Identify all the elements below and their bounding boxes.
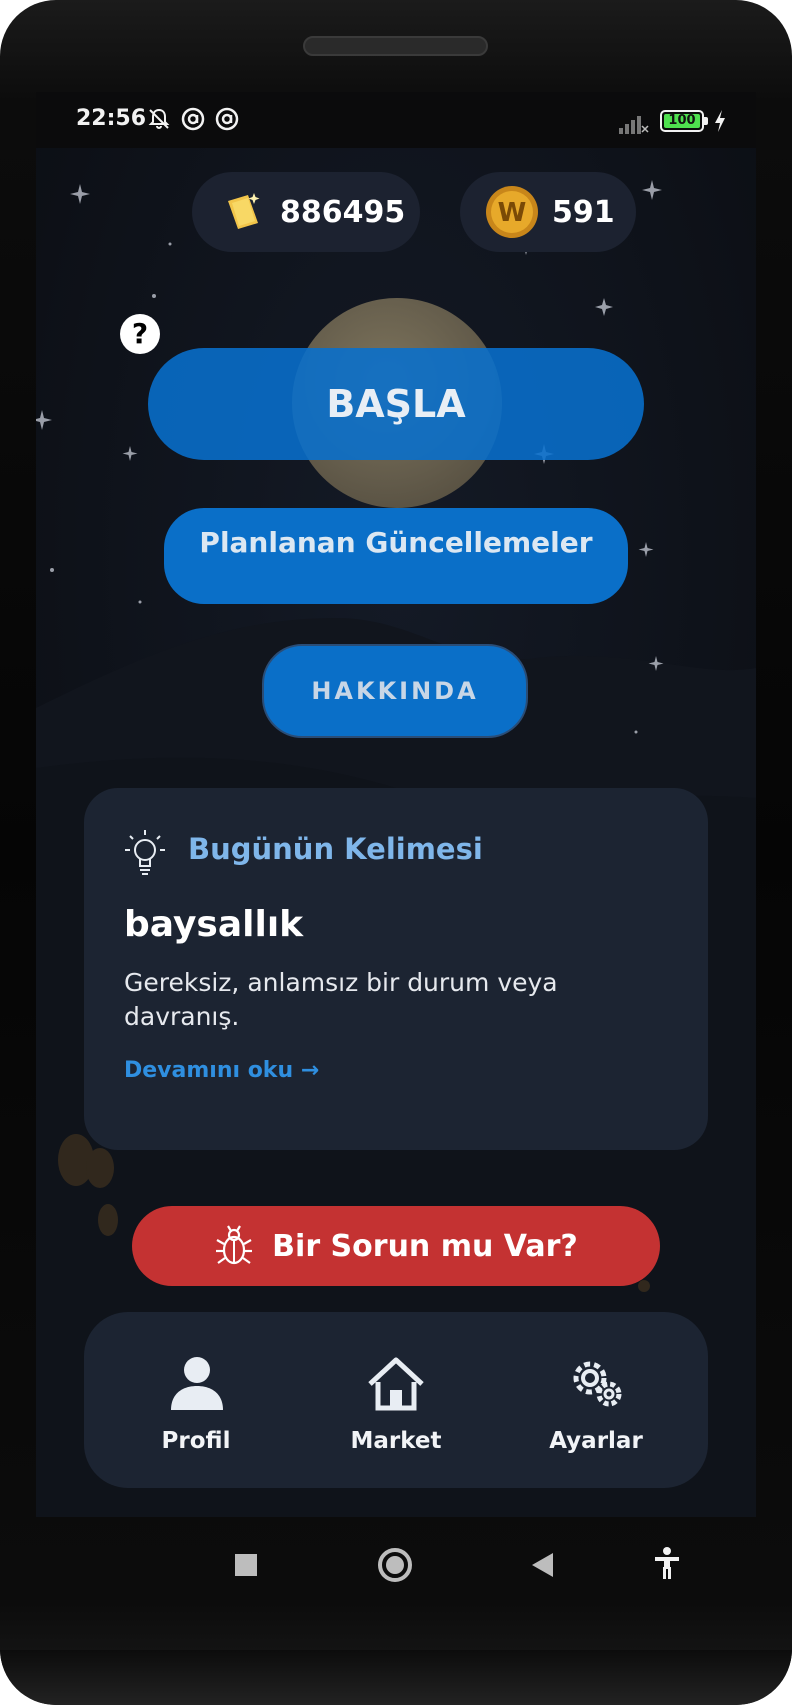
nav-settings[interactable]: Ayarlar: [496, 1312, 696, 1488]
read-more-link[interactable]: Devamını oku →: [124, 1058, 319, 1083]
help-button[interactable]: ?: [120, 314, 160, 354]
nav-profile[interactable]: Profil: [96, 1312, 296, 1488]
tickets-value: 886495: [280, 194, 406, 230]
word-of-day-word: baysallık: [124, 904, 304, 945]
report-issue-button[interactable]: Bir Sorun mu Var?: [132, 1206, 660, 1286]
tickets-counter[interactable]: 886495: [192, 172, 420, 252]
word-of-day-card: Bugünün Kelimesi baysallık Gereksiz, anl…: [84, 788, 708, 1150]
gears-icon: [573, 1361, 622, 1407]
back-button[interactable]: [532, 1553, 553, 1577]
battery-level: 100: [664, 114, 700, 128]
nav-market[interactable]: Market: [296, 1312, 496, 1488]
status-bar: 22:56 100: [36, 92, 756, 148]
phone-frame: 22:56 100 886495 W 591 ? BAŞLA Planlanan…: [0, 0, 792, 1705]
lightbulb-icon: [125, 830, 165, 875]
start-button[interactable]: BAŞLA: [148, 348, 644, 460]
recent-apps-button[interactable]: [235, 1554, 257, 1576]
nav-profile-label: Profil: [161, 1428, 231, 1454]
circle-a-icon: [215, 107, 239, 131]
planned-updates-button[interactable]: Planlanan Güncellemeler: [164, 508, 628, 604]
bottom-nav: Profil Market Ayarlar: [84, 1312, 708, 1488]
nav-settings-label: Ayarlar: [549, 1428, 643, 1454]
charging-icon: [715, 110, 725, 132]
about-button[interactable]: HAKKINDA: [262, 644, 528, 738]
ticket-icon: [228, 193, 260, 229]
word-of-day-title: Bugünün Kelimesi: [188, 832, 483, 866]
circle-a-icon: [181, 107, 205, 131]
app-screen: 22:56 100 886495 W 591 ? BAŞLA Planlanan…: [36, 92, 756, 1517]
bug-icon: [216, 1225, 253, 1265]
bell-muted-icon: [148, 108, 170, 129]
accessibility-icon[interactable]: [655, 1547, 679, 1579]
nav-market-label: Market: [350, 1428, 442, 1454]
coin-icon: W: [486, 186, 538, 238]
battery-icon: 100: [660, 110, 704, 132]
home-icon: [368, 1357, 424, 1411]
word-of-day-definition: Gereksiz, anlamsız bir durum veya davran…: [124, 968, 558, 1031]
signal-icon: [619, 116, 649, 134]
coins-value: 591: [552, 194, 615, 230]
coin-letter: W: [498, 198, 527, 228]
user-icon: [171, 1357, 223, 1410]
battery-tip: [704, 117, 708, 125]
bottom-bezel: [0, 1650, 792, 1705]
coins-counter[interactable]: W 591: [460, 172, 636, 252]
system-nav-bar: [235, 1547, 679, 1582]
report-issue-label: Bir Sorun mu Var?: [272, 1228, 578, 1264]
speaker-grille: [303, 36, 488, 56]
status-time: 22:56: [76, 106, 147, 131]
